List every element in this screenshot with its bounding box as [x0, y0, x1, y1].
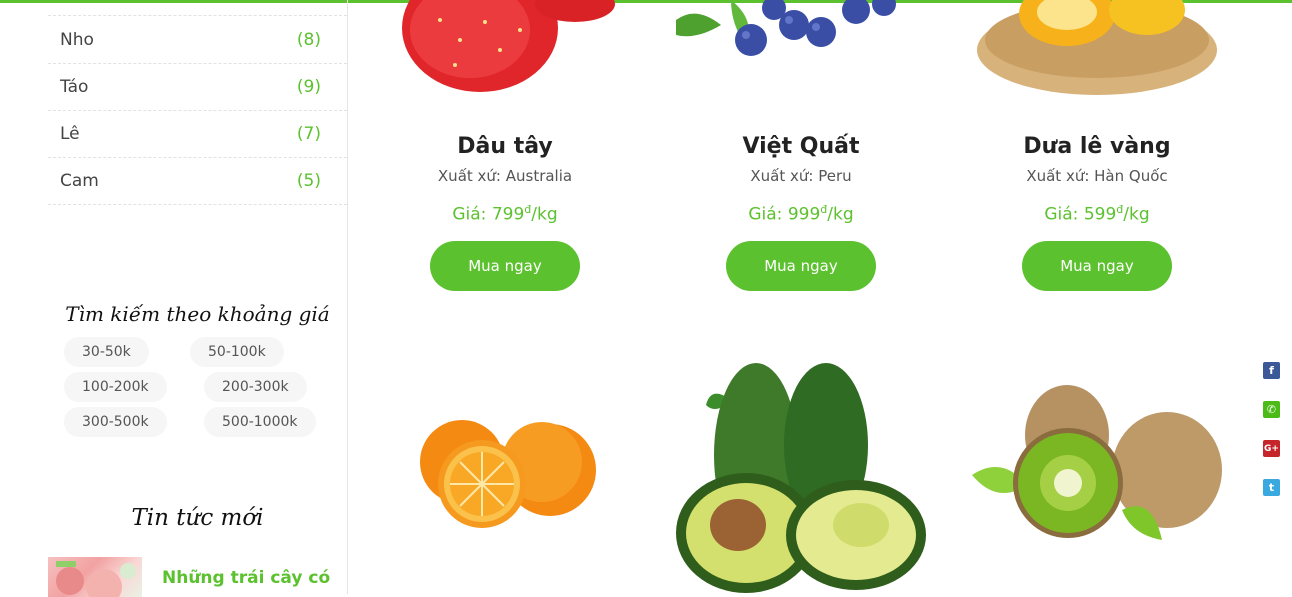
melon-illustration — [977, 0, 1217, 95]
price-label: Giá: — [1044, 204, 1084, 225]
orange-image[interactable] — [400, 390, 620, 540]
melon-image[interactable] — [972, 0, 1222, 95]
category-label: Lê — [60, 124, 80, 144]
price-unit: /kg — [827, 204, 854, 225]
blueberry-illustration — [676, 0, 896, 56]
google-plus-icon[interactable]: G+ — [1263, 440, 1280, 457]
phone-glyph: ✆ — [1266, 403, 1277, 416]
product-card: Dâu tây Xuất xứ: Australia Giá: 799đ/kg … — [375, 134, 635, 291]
category-count: (8) — [296, 30, 321, 50]
category-count: (7) — [296, 124, 321, 144]
category-item[interactable]: Lê (7) — [48, 111, 347, 158]
product-price: Giá: 599đ/kg — [967, 203, 1227, 225]
product-card: Việt Quất Xuất xứ: Peru Giá: 999đ/kg Mua… — [671, 134, 931, 291]
product-name[interactable]: Việt Quất — [671, 134, 931, 159]
facebook-icon[interactable]: f — [1263, 362, 1280, 379]
product-price: Giá: 999đ/kg — [671, 203, 931, 225]
category-item[interactable]: Táo (9) — [48, 64, 347, 111]
price-value: 599 — [1083, 204, 1117, 225]
price-unit: /kg — [1123, 204, 1150, 225]
orange-illustration — [420, 420, 596, 528]
product-name[interactable]: Dâu tây — [375, 134, 635, 159]
avocado-illustration — [676, 363, 926, 593]
category-item[interactable]: Nho (8) — [48, 17, 347, 64]
product-name[interactable]: Dưa lê vàng — [967, 134, 1227, 159]
product-card: Dưa lê vàng Xuất xứ: Hàn Quốc Giá: 599đ/… — [967, 134, 1227, 291]
price-unit: /kg — [531, 204, 558, 225]
price-range-chip[interactable]: 50-100k — [190, 337, 284, 367]
product-origin: Xuất xứ: Hàn Quốc — [1026, 167, 1168, 185]
category-count: (9) — [296, 77, 321, 97]
news-item-title[interactable]: Những trái cây có — [162, 568, 330, 588]
category-count: (5) — [296, 171, 321, 191]
product-origin: Xuất xứ: Australia — [437, 167, 573, 185]
blueberry-image[interactable] — [676, 0, 926, 82]
kiwi-illustration — [972, 385, 1222, 540]
sidebar-category-partial[interactable] — [48, 0, 347, 16]
price-range-chip[interactable]: 300-500k — [64, 407, 167, 437]
news-section-title: Tin tức mới — [131, 505, 264, 531]
price-range-chip[interactable]: 200-300k — [204, 372, 307, 402]
category-item[interactable]: Cam (5) — [48, 158, 347, 205]
price-range-chip[interactable]: 500-1000k — [204, 407, 316, 437]
price-filter-title: Tìm kiếm theo khoảng giá — [65, 302, 330, 326]
product-price: Giá: 799đ/kg — [375, 203, 635, 225]
strawberry-image[interactable] — [400, 0, 620, 95]
strawberry-illustration — [402, 0, 615, 92]
news-thumbnail[interactable] — [48, 557, 142, 597]
news-thumbnail-image — [56, 561, 136, 597]
price-range-chip[interactable]: 30-50k — [64, 337, 149, 367]
category-label: Táo — [60, 77, 89, 97]
buy-now-button[interactable]: Mua ngay — [726, 240, 876, 291]
price-value: 999 — [787, 204, 821, 225]
google-plus-glyph: G+ — [1264, 443, 1279, 454]
twitter-glyph: t — [1268, 481, 1275, 494]
avocado-image[interactable] — [676, 345, 926, 594]
buy-now-button[interactable]: Mua ngay — [1022, 240, 1172, 291]
facebook-glyph: f — [1269, 364, 1274, 377]
phone-icon[interactable]: ✆ — [1263, 401, 1280, 418]
buy-now-button[interactable]: Mua ngay — [430, 240, 580, 291]
category-label: Cam — [60, 171, 99, 191]
category-label: Nho — [60, 30, 94, 50]
price-value: 799 — [491, 204, 525, 225]
price-range-chip[interactable]: 100-200k — [64, 372, 167, 402]
kiwi-image[interactable] — [972, 375, 1222, 555]
price-label: Giá: — [748, 204, 788, 225]
twitter-icon[interactable]: t — [1263, 479, 1280, 496]
sidebar: Nho (8) Táo (9) Lê (7) Cam (5) Tìm kiếm … — [48, 0, 348, 597]
product-origin: Xuất xứ: Peru — [750, 167, 852, 185]
price-label: Giá: — [452, 204, 492, 225]
